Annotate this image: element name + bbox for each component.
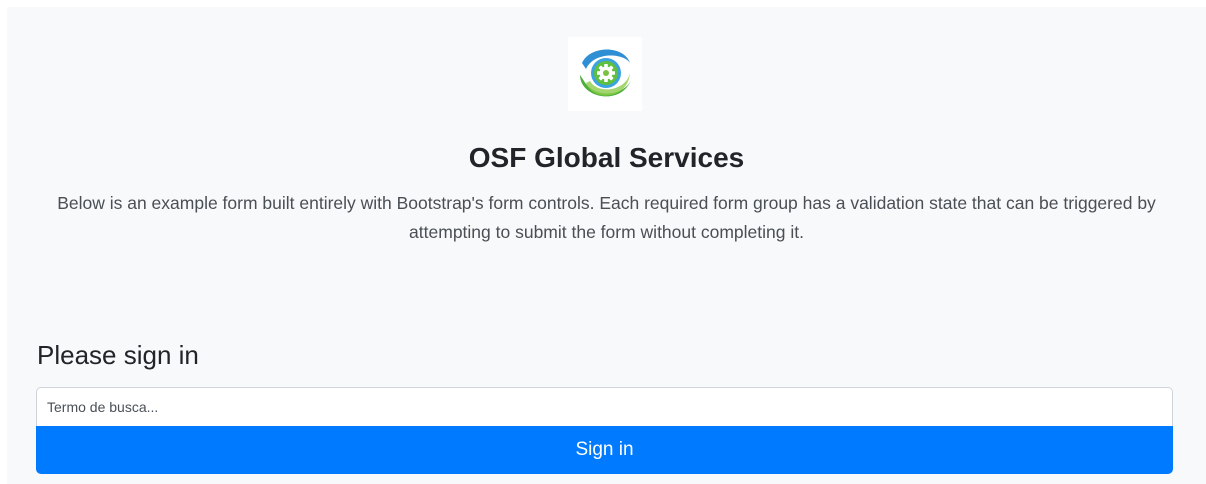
page-container: OSF Global Services Below is an example … (7, 7, 1206, 484)
gear-globe-logo-icon (580, 49, 632, 97)
sign-in-button[interactable]: Sign in (36, 426, 1173, 474)
company-logo (568, 37, 642, 111)
page-description: Below is an example form built entirely … (57, 193, 1156, 242)
page-title: OSF Global Services (468, 142, 745, 173)
signin-heading: Please sign in (37, 340, 199, 370)
search-input[interactable] (36, 387, 1173, 427)
